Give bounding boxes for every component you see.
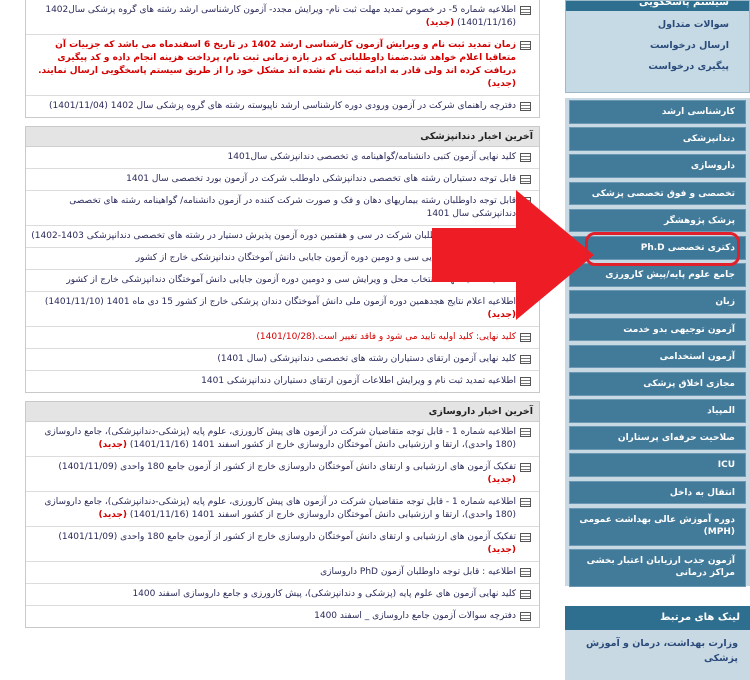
support-system-box: سیستم پاسخگویی سوالات متداول ارسال درخوا… (565, 0, 750, 93)
track-request-link[interactable]: پیگیری درخواست (566, 57, 749, 78)
news-icon (520, 428, 531, 437)
news-icon (520, 498, 531, 507)
menu-item-transfer[interactable]: انتقال به داخل (569, 480, 746, 505)
related-links-title: لینک های مرتبط (565, 606, 750, 630)
news-icon (520, 568, 531, 577)
news-icon (520, 590, 531, 599)
list-item[interactable]: اطلاعیه تمدید ثبت نام و ویرایش اطلاعات آ… (26, 371, 539, 392)
new-badge: (جدید) (487, 79, 517, 89)
menu-item-employment[interactable]: آزمون استخدامی (569, 344, 746, 369)
news-icon (520, 6, 531, 15)
menu-item-assessors[interactable]: آزمون جذب ارزیابان اعتبار بخشی مراکز درم… (569, 549, 746, 588)
menu-item-specialty[interactable]: تخصصی و فوق تخصصی پزشکی (569, 181, 746, 206)
news-icon (520, 333, 531, 342)
exam-menu: کارشناسی ارشد دندانپزشکی داروسازی تخصصی … (565, 98, 750, 588)
list-item[interactable]: اطلاعیه شماره 5- در خصوص تمدید مهلت ثبت … (26, 0, 539, 35)
list-item[interactable]: قابل توجه دستیاران رشته های تخصصی دندانپ… (26, 169, 539, 191)
new-badge: (جدید) (487, 475, 517, 485)
menu-item-dentistry[interactable]: دندانپزشکی (569, 127, 746, 151)
new-badge: (جدید) (487, 545, 517, 555)
list-item[interactable]: دفترچه راهنمای شرکت در آزمون ورودی دوره … (26, 96, 539, 117)
news-icon (520, 612, 531, 621)
send-request-link[interactable]: ارسال درخواست (566, 36, 749, 57)
new-badge: (جدید) (98, 510, 128, 520)
pharmacy-news-panel: آخرین اخبار داروسازی اطلاعیه شماره 1 - ق… (25, 401, 540, 628)
news-icon (520, 355, 531, 364)
menu-item-basic-sciences[interactable]: جامع علوم پایه/پیش کارورزی (569, 263, 746, 287)
list-item[interactable]: اطلاعیه شماره 1 - قابل توجه متقاضیان شرک… (26, 492, 539, 527)
menu-item-masters[interactable]: کارشناسی ارشد (569, 100, 746, 124)
pharmacy-news-title: آخرین اخبار داروسازی (26, 402, 539, 422)
menu-item-orientation[interactable]: آزمون توجیهی بدو خدمت (569, 317, 746, 342)
list-item[interactable]: اطلاعیه شماره 1 - قابل توجه متقاضیان شرک… (26, 422, 539, 457)
menu-item-pharmacy[interactable]: داروسازی (569, 154, 746, 179)
list-item[interactable]: کلید نهایی آزمون های علوم پایه (پزشکی و … (26, 584, 539, 606)
list-item[interactable]: کلید نهایی: کلید اولیه تایید می شود و فا… (26, 327, 539, 349)
news-icon (520, 533, 531, 542)
news-icon (520, 153, 531, 162)
ministry-of-health-link[interactable]: وزارت بهداشت، درمان و آموزش پزشکی (565, 630, 750, 666)
menu-item-icu[interactable]: ICU (569, 453, 746, 478)
menu-item-ethics[interactable]: مجازی اخلاق پزشکی (569, 371, 746, 396)
right-sidebar: سیستم پاسخگویی سوالات متداول ارسال درخوا… (560, 0, 750, 680)
news-icon (520, 377, 531, 386)
menu-item-physician-researcher[interactable]: پزشک پژوهشگر (569, 208, 746, 233)
new-badge: (جدید) (98, 440, 128, 450)
top-news-panel: اطلاعیه شماره 5- در خصوص تمدید مهلت ثبت … (25, 0, 540, 118)
list-item[interactable]: زمان تمدید ثبت نام و ویرایش آزمون کارشنا… (26, 35, 539, 96)
news-icon (520, 463, 531, 472)
menu-item-olympiad[interactable]: المپیاد (569, 399, 746, 423)
list-item[interactable]: اطلاعیه : قابل توجه داوطلبان آزمون PhD د… (26, 562, 539, 584)
list-item[interactable]: کلید نهایی آزمون ارتقای دستیاران رشته ها… (26, 349, 539, 371)
menu-item-language[interactable]: زبان (569, 290, 746, 314)
news-icon (520, 102, 531, 111)
faq-link[interactable]: سوالات متداول (566, 15, 749, 36)
news-icon (520, 41, 531, 50)
menu-item-phd[interactable]: دکتری تخصصی Ph.D (569, 235, 746, 260)
related-links-box: لینک های مرتبط وزارت بهداشت، درمان و آمو… (565, 606, 750, 680)
list-item[interactable]: تفکیک آزمون های ارزشیابی و ارتقای دانش آ… (26, 527, 539, 562)
red-arrow-annotation (432, 190, 594, 320)
list-item[interactable]: تفکیک آزمون های ارزشیابی و ارتقای دانش آ… (26, 457, 539, 492)
dental-news-title: آخرین اخبار دندانپزشکی (26, 127, 539, 147)
list-item[interactable]: کلید نهایی آزمون کتبی دانشنامه/گواهینامه… (26, 147, 539, 169)
menu-item-nurses[interactable]: صلاحیت حرفه‌ای پرستاران (569, 426, 746, 450)
menu-item-mph[interactable]: دوره آموزش عالی بهداشت عمومی (MPH) (569, 507, 746, 546)
news-icon (520, 175, 531, 184)
support-system-title: سیستم پاسخگویی (566, 1, 749, 11)
new-badge: (جدید) (425, 18, 455, 28)
list-item[interactable]: دفترچه سوالات آزمون جامع داروسازی _ اسفن… (26, 606, 539, 627)
